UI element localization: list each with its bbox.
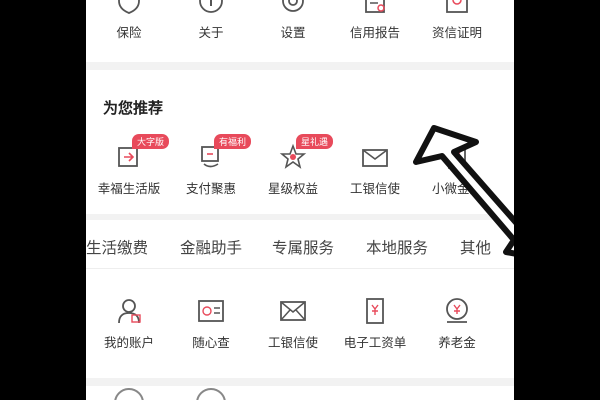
bottom-cutoff-row	[86, 388, 514, 400]
star-rights-item[interactable]: 星礼遇 星级权益	[252, 134, 334, 197]
section-divider	[86, 62, 514, 70]
pension-icon	[442, 296, 472, 326]
icbc-messenger-item[interactable]: 工银信使	[252, 296, 334, 351]
certificate-icon	[442, 0, 472, 16]
circle-icon	[196, 388, 226, 400]
badge: 有福利	[214, 134, 252, 149]
section-divider	[86, 378, 514, 386]
payslip-item[interactable]: 电子工资单	[334, 296, 416, 351]
about-item[interactable]: 关于	[170, 0, 252, 41]
section-title: 为您推荐	[103, 99, 164, 117]
account-icon	[114, 296, 144, 326]
happy-life-item[interactable]: 大字版 幸福生活版	[88, 134, 170, 197]
shield-icon	[114, 0, 144, 16]
insurance-item[interactable]: 保险	[88, 0, 170, 41]
credit-cert-item[interactable]: 资信证明	[416, 0, 498, 41]
phone-screen: 保险 关于 设置 信用报告 资信证明 为您推荐 大字版 幸福生活版 有福利 支付…	[86, 0, 514, 400]
top-service-row: 保险 关于 设置 信用报告 资信证明	[86, 0, 514, 46]
report-icon	[360, 0, 390, 16]
gear-icon	[278, 0, 308, 16]
envelope-icon	[278, 296, 308, 326]
my-account-item[interactable]: 我的账户	[88, 296, 170, 351]
tab-finance-assistant[interactable]: 金融助手	[180, 236, 242, 258]
badge: 星礼遇	[296, 134, 334, 149]
icbc-messenger-item[interactable]: 工银信使	[334, 142, 416, 197]
pension-item[interactable]: 养老金	[416, 296, 498, 351]
info-icon	[196, 0, 226, 16]
happy-life-icon: 大字版	[114, 134, 170, 172]
tab-exclusive-service[interactable]: 专属服务	[272, 236, 334, 258]
other-service-row: 我的账户 随心查 工银信使 电子工资单 养老金	[86, 296, 514, 356]
badge: 大字版	[132, 134, 170, 149]
annotation-arrow-icon	[413, 125, 514, 257]
pay-discount-icon: 有福利	[196, 134, 252, 172]
settings-item[interactable]: 设置	[252, 0, 334, 41]
payslip-icon	[360, 296, 390, 326]
envelope-icon	[360, 142, 390, 172]
star-rights-icon: 星礼遇	[278, 134, 334, 172]
credit-report-item[interactable]: 信用报告	[334, 0, 416, 41]
query-icon	[196, 296, 226, 326]
tab-divider	[86, 268, 514, 269]
circle-icon	[114, 388, 144, 400]
query-item[interactable]: 随心查	[170, 296, 252, 351]
tab-life-payment[interactable]: 生活缴费	[86, 236, 148, 258]
pay-discount-item[interactable]: 有福利 支付聚惠	[170, 134, 252, 197]
